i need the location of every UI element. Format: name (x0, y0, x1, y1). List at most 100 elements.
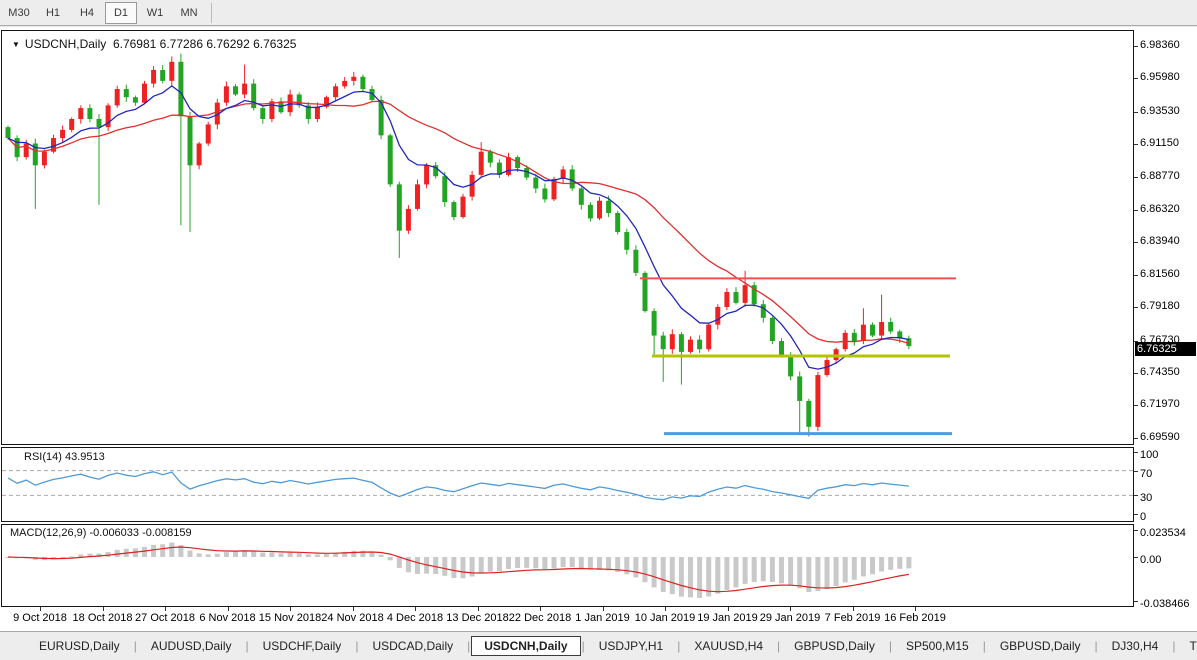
candle-body (469, 174, 475, 197)
tab-tech100-h1[interactable]: TECH100,H1 (1176, 636, 1197, 656)
candle-body (615, 212, 621, 233)
macd-histogram-bar (587, 557, 593, 570)
tab-separator: | (355, 639, 359, 653)
candle-body (533, 177, 539, 189)
tab-usdjpy-h1[interactable]: USDJPY,H1 (586, 636, 676, 656)
price-axis-tick (1134, 46, 1138, 47)
macd-histogram-bar (879, 557, 885, 572)
tab-gbpusd-daily[interactable]: GBPUSD,Daily (987, 636, 1094, 656)
candle-body (733, 291, 739, 303)
current-price-tag: 6.76325 (1135, 342, 1196, 357)
candle-body (96, 119, 102, 128)
candle-body (178, 61, 184, 117)
tab-separator: | (982, 639, 986, 653)
tab-usdcad-daily[interactable]: USDCAD,Daily (359, 636, 466, 656)
candle-body (123, 89, 129, 98)
candle-body (132, 97, 138, 103)
macd-histogram-bar (396, 557, 402, 568)
timeframe-button-h1[interactable]: H1 (37, 2, 69, 24)
macd-histogram-bar (742, 557, 748, 584)
tab-sp500-m15[interactable]: SP500,M15 (893, 636, 982, 656)
candle-body (860, 324, 866, 342)
tab-gbpusd-daily[interactable]: GBPUSD,Daily (781, 636, 888, 656)
macd-histogram-bar (469, 557, 475, 577)
price-axis-tick (1134, 274, 1138, 276)
price-axis-tick (1134, 176, 1138, 178)
tab-separator: | (1172, 639, 1176, 653)
macd-histogram-bar (324, 554, 329, 557)
macd-histogram-bar (487, 557, 493, 572)
time-axis-label: 6 Nov 2018 (199, 612, 256, 624)
timeframe-toolbar: M30 H1 H4 D1 W1 MN (0, 0, 1197, 26)
rsi-axis-tick (1134, 470, 1138, 472)
time-axis-tick (540, 607, 541, 611)
candle-body (260, 108, 266, 120)
macd-panel[interactable]: MACD(12,26,9) -0.006033 -0.008159 (1, 524, 1134, 607)
timeframe-button-w1[interactable]: W1 (139, 2, 171, 24)
price-axis-tick (1134, 78, 1138, 80)
timeframe-button-mn[interactable]: MN (173, 2, 205, 24)
timeframe-button-h4[interactable]: H4 (71, 2, 103, 24)
price-axis-label: 6.74350 (1140, 366, 1180, 379)
candle-body (460, 196, 466, 218)
time-axis-tick (227, 607, 229, 611)
tab-xauusd-h4[interactable]: XAUUSD,H4 (681, 636, 776, 656)
rsi-axis-label: 70 (1140, 467, 1153, 480)
chart-menu-arrow-icon[interactable]: ▼ (12, 40, 20, 49)
candle-body (424, 165, 430, 185)
macd-histogram-bar (697, 557, 703, 599)
rsi-panel[interactable]: RSI(14) 43.9513 (1, 447, 1134, 522)
candle-body (879, 321, 885, 336)
macd-axis-tick (1134, 529, 1138, 531)
candle-body (233, 86, 238, 95)
price-axis-tick (1134, 373, 1138, 375)
time-axis-tick (477, 607, 479, 611)
tab-usdchf-daily[interactable]: USDCHF,Daily (250, 636, 355, 656)
tab-eurusd-daily[interactable]: EURUSD,Daily (26, 636, 133, 656)
macd-histogram-bar (433, 557, 439, 575)
macd-histogram-bar (460, 557, 466, 579)
tab-separator: | (888, 639, 892, 653)
timeframe-button-m30[interactable]: M30 (3, 2, 35, 24)
time-axis-tick (665, 607, 666, 611)
candle-body (888, 321, 894, 332)
tab-dj30-h4[interactable]: DJ30,H4 (1099, 636, 1172, 656)
time-axis-label: 15 Nov 2018 (258, 612, 322, 624)
time-axis-label: 24 Nov 2018 (321, 612, 384, 624)
tab-separator: | (677, 639, 681, 653)
chart-title: ▼ USDCNH,Daily 6.76981 6.77286 6.76292 6.… (12, 37, 296, 51)
candle-body (633, 249, 639, 273)
macd-axis-label: 0.00 (1140, 554, 1162, 566)
tab-usdcnh-daily[interactable]: USDCNH,Daily (471, 636, 581, 656)
time-axis-label: 10 Jan 2019 (634, 612, 696, 624)
timeframe-button-d1[interactable]: D1 (105, 1, 137, 24)
macd-histogram-bar (442, 557, 448, 576)
candle-body (706, 324, 712, 350)
macd-histogram-bar (169, 542, 175, 557)
tab-audusd-daily[interactable]: AUDUSD,Daily (138, 636, 245, 656)
candle-body (114, 89, 120, 106)
candle-body (688, 339, 693, 352)
rsi-name: RSI(14) (24, 451, 62, 463)
macd-histogram-bar (269, 552, 275, 557)
candle-body (724, 291, 730, 307)
macd-histogram-bar (788, 557, 794, 586)
macd-histogram-bar (642, 557, 648, 583)
macd-histogram-bar (824, 557, 830, 589)
tab-separator: | (133, 639, 137, 653)
candle-body (779, 341, 784, 356)
candle-body (360, 76, 366, 90)
macd-histogram-bar (633, 557, 639, 578)
time-axis-label: 9 Oct 2018 (13, 612, 67, 624)
macd-histogram-bar (415, 557, 420, 574)
candle-body (314, 106, 320, 120)
time-axis-label: 4 Dec 2018 (386, 612, 444, 624)
main-chart-panel[interactable]: ▼ USDCNH,Daily 6.76981 6.77286 6.76292 6.… (1, 30, 1134, 445)
macd-histogram-bar (815, 557, 821, 592)
candle-body (742, 285, 748, 303)
macd-histogram-bar (506, 557, 511, 569)
tab-separator: | (245, 639, 249, 653)
macd-histogram-bar (160, 544, 166, 557)
macd-histogram-bar (688, 557, 693, 598)
candle-body (387, 135, 393, 185)
